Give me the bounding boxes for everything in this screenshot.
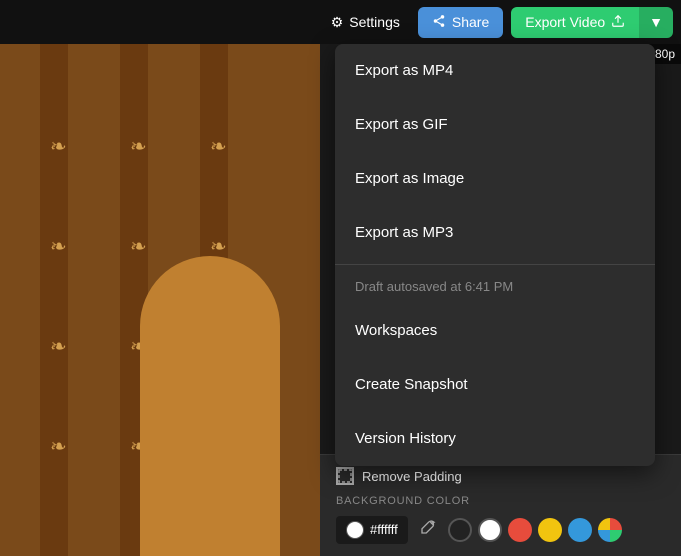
stripe-decoration bbox=[40, 44, 68, 556]
resolution-text: 80p bbox=[655, 47, 675, 61]
export-video-button[interactable]: Export Video bbox=[511, 7, 639, 38]
color-swatch bbox=[346, 521, 364, 539]
create-snapshot-label: Create Snapshot bbox=[355, 376, 468, 393]
eyedropper-button[interactable] bbox=[416, 515, 440, 544]
version-history-label: Version History bbox=[355, 430, 456, 447]
workspaces-item[interactable]: Workspaces bbox=[335, 304, 655, 358]
export-video-dropdown-button[interactable]: ▼ bbox=[639, 7, 673, 38]
share-button[interactable]: Share bbox=[418, 7, 503, 38]
fleur-decoration: ❧ bbox=[130, 134, 147, 159]
share-label: Share bbox=[452, 14, 489, 30]
swatch-yellow[interactable] bbox=[538, 518, 562, 542]
share-icon bbox=[432, 14, 446, 31]
canvas-area: ❧ ❧ ❧ ❧ ❧ ❧ ❧ ❧ ❧ ❧ ❧ ❧ bbox=[0, 44, 320, 556]
bg-color-section: BACKGROUND COLOR #ffffff bbox=[336, 495, 665, 544]
menu-separator bbox=[335, 264, 655, 265]
export-video-group: Export Video ▼ bbox=[511, 7, 673, 38]
color-preview-box[interactable]: #ffffff bbox=[336, 516, 408, 544]
autosave-text: Draft autosaved at 6:41 PM bbox=[335, 269, 655, 304]
swatch-red[interactable] bbox=[508, 518, 532, 542]
export-gif-label: Export as GIF bbox=[355, 116, 448, 133]
canvas-content: ❧ ❧ ❧ ❧ ❧ ❧ ❧ ❧ ❧ ❧ ❧ ❧ bbox=[0, 44, 320, 556]
top-bar: ⚙ Settings Share Export Video ▼ bbox=[0, 0, 681, 44]
fleur-decoration: ❧ bbox=[50, 134, 67, 159]
workspaces-label: Workspaces bbox=[355, 322, 437, 339]
fleur-decoration: ❧ bbox=[50, 334, 67, 359]
swatch-black[interactable] bbox=[448, 518, 472, 542]
version-history-item[interactable]: Version History bbox=[335, 412, 655, 466]
remove-padding-row: Remove Padding bbox=[336, 467, 665, 485]
fleur-decoration: ❧ bbox=[50, 434, 67, 459]
gear-icon: ⚙ bbox=[331, 14, 344, 31]
settings-button[interactable]: ⚙ Settings bbox=[321, 8, 410, 37]
settings-label: Settings bbox=[349, 14, 400, 30]
color-row: #ffffff bbox=[336, 515, 665, 544]
export-mp3-label: Export as MP3 bbox=[355, 224, 453, 241]
bottom-right-panel: Remove Padding BACKGROUND COLOR #ffffff bbox=[320, 454, 681, 556]
fleur-decoration: ❧ bbox=[210, 134, 227, 159]
chevron-down-icon: ▼ bbox=[649, 14, 663, 30]
export-mp3-item[interactable]: Export as MP3 bbox=[335, 206, 655, 260]
dropdown-menu: Export as MP4 Export as GIF Export as Im… bbox=[335, 44, 655, 466]
export-image-item[interactable]: Export as Image bbox=[335, 152, 655, 206]
swatch-more-colors[interactable] bbox=[598, 518, 622, 542]
remove-padding-icon bbox=[336, 467, 354, 485]
export-mp4-label: Export as MP4 bbox=[355, 62, 453, 79]
export-image-label: Export as Image bbox=[355, 170, 464, 187]
color-hex-value: #ffffff bbox=[370, 522, 398, 537]
fleur-decoration: ❧ bbox=[130, 234, 147, 259]
export-gif-item[interactable]: Export as GIF bbox=[335, 98, 655, 152]
swatch-blue[interactable] bbox=[568, 518, 592, 542]
export-mp4-item[interactable]: Export as MP4 bbox=[335, 44, 655, 98]
color-swatches bbox=[448, 518, 622, 542]
export-video-label: Export Video bbox=[525, 14, 605, 30]
remove-padding-label: Remove Padding bbox=[362, 469, 462, 484]
upload-icon bbox=[611, 14, 625, 31]
swatch-white[interactable] bbox=[478, 518, 502, 542]
fleur-decoration: ❧ bbox=[50, 234, 67, 259]
bg-color-label: BACKGROUND COLOR bbox=[336, 495, 665, 507]
eyedropper-icon bbox=[420, 522, 436, 539]
create-snapshot-item[interactable]: Create Snapshot bbox=[335, 358, 655, 412]
silhouette bbox=[140, 256, 280, 556]
